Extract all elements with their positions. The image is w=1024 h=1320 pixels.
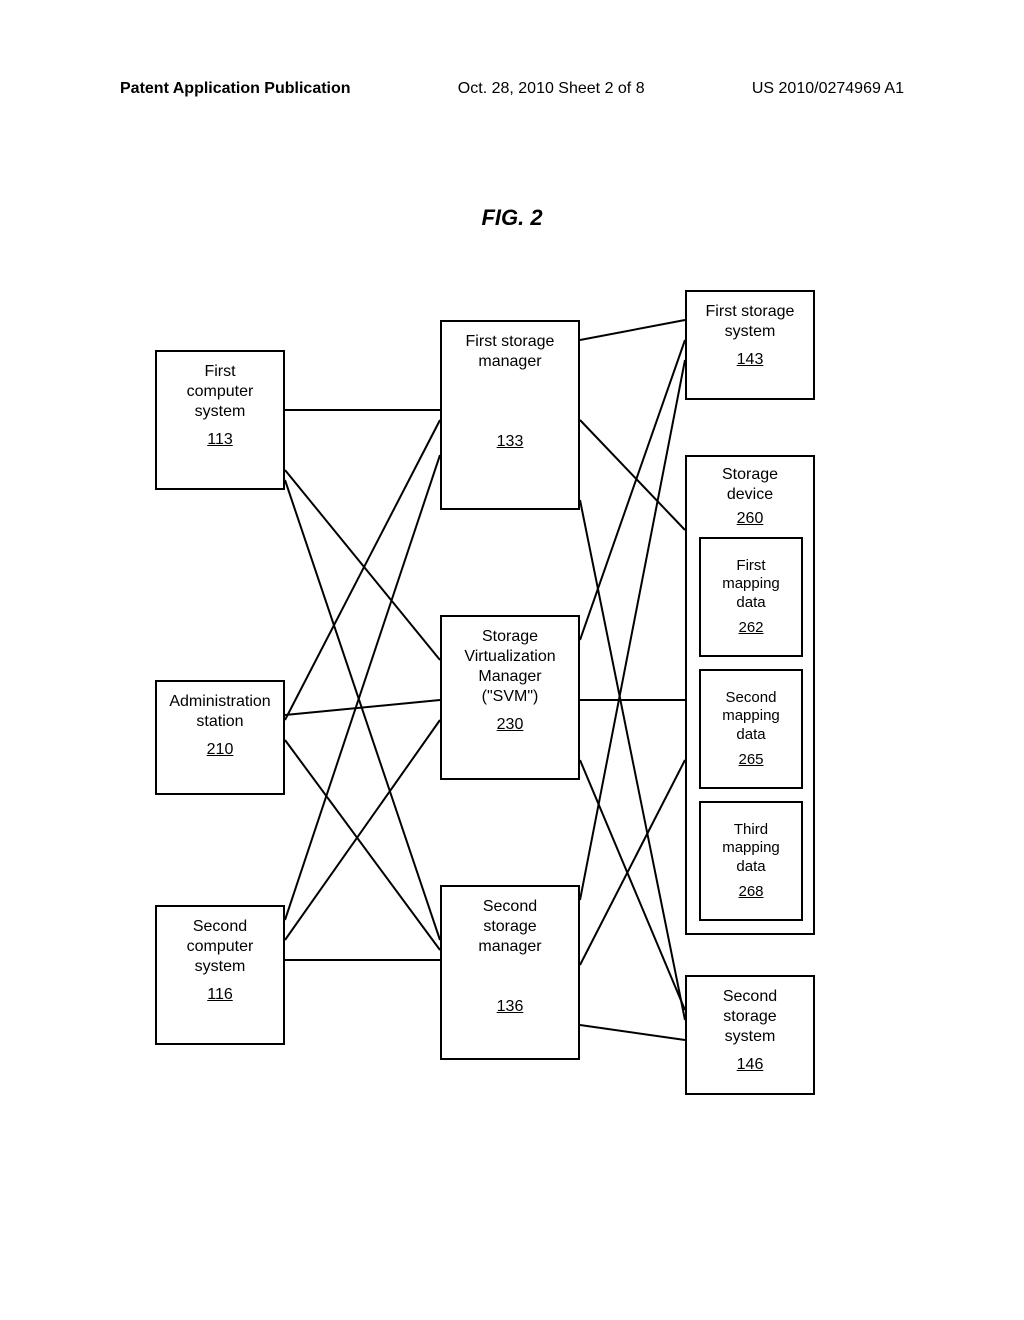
second-mapping-data-label: Secondmappingdata [722,689,780,745]
svm-ref: 230 [497,715,524,735]
second-mapping-data-box: Secondmappingdata 265 [699,669,803,789]
second-storage-manager-box: Secondstoragemanager 136 [440,885,580,1060]
second-computer-system-label: Secondcomputersystem [187,917,254,977]
second-storage-manager-ref: 136 [497,997,524,1017]
second-storage-system-ref: 146 [737,1055,764,1075]
second-computer-system-box: Secondcomputersystem 116 [155,905,285,1045]
storage-device-label: Storagedevice [722,465,778,505]
administration-station-box: Administrationstation 210 [155,680,285,795]
first-storage-manager-label: First storagemanager [466,332,555,372]
first-mapping-data-ref: 262 [738,619,763,638]
second-storage-system-box: Secondstoragesystem 146 [685,975,815,1095]
storage-device-box: Storagedevice 260 Firstmappingdata 262 S… [685,455,815,935]
third-mapping-data-label: Thirdmappingdata [722,821,780,877]
storage-device-ref: 260 [737,509,764,529]
administration-station-ref: 210 [207,740,234,760]
first-storage-system-ref: 143 [737,350,764,370]
first-computer-system-ref: 113 [207,430,233,450]
first-storage-manager-ref: 133 [497,432,524,452]
svm-box: StorageVirtualizationManager("SVM") 230 [440,615,580,780]
first-computer-system-box: Firstcomputersystem 113 [155,350,285,490]
third-mapping-data-ref: 268 [738,883,763,902]
first-mapping-data-box: Firstmappingdata 262 [699,537,803,657]
administration-station-label: Administrationstation [169,692,270,732]
first-storage-system-box: First storagesystem 143 [685,290,815,400]
second-storage-manager-label: Secondstoragemanager [478,897,541,957]
first-storage-system-label: First storagesystem [706,302,795,342]
first-mapping-data-label: Firstmappingdata [722,557,780,613]
third-mapping-data-box: Thirdmappingdata 268 [699,801,803,921]
second-storage-system-label: Secondstoragesystem [723,987,777,1047]
first-computer-system-label: Firstcomputersystem [187,362,254,422]
page: Patent Application Publication Oct. 28, … [0,0,1024,1320]
second-computer-system-ref: 116 [207,985,233,1005]
first-storage-manager-box: First storagemanager 133 [440,320,580,510]
second-mapping-data-ref: 265 [738,751,763,770]
svm-label: StorageVirtualizationManager("SVM") [464,627,555,707]
